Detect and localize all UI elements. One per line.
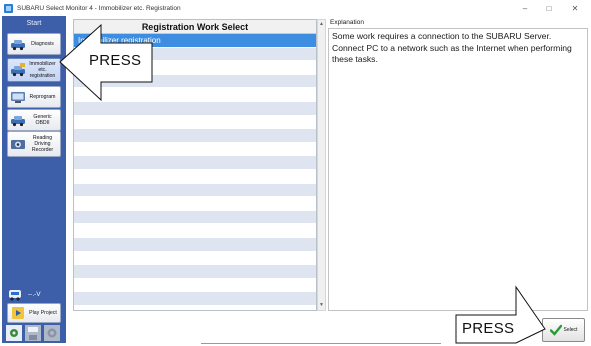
press-label-left: PRESS [89, 52, 142, 69]
press-label-right: PRESS [462, 320, 515, 337]
